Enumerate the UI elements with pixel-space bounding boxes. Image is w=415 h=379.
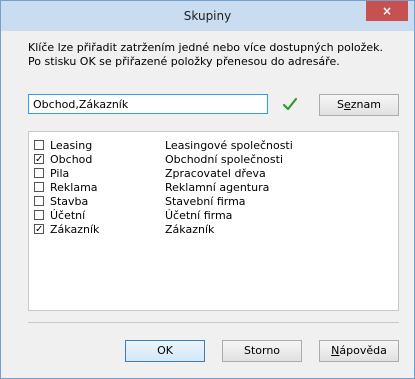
item-name: Zákazník (50, 223, 100, 236)
instructions-text: Klíče lze přiřadit zatržením jedné nebo … (28, 41, 408, 69)
item-name: Leasing (50, 139, 93, 152)
divider (28, 322, 399, 323)
list-item[interactable]: Leasing Leasingové společnosti (34, 139, 394, 152)
checkbox[interactable] (34, 182, 44, 192)
list-item[interactable]: Stavba Stavební firma (34, 195, 394, 208)
item-description: Reklamní agentura (165, 181, 270, 194)
item-description: Obchodní společnosti (165, 153, 284, 166)
item-description: Účetní firma (165, 209, 233, 222)
close-button[interactable]: × (366, 1, 408, 21)
seznam-label-accel: e (344, 98, 351, 111)
list-item[interactable]: Pila Zpracovatel dřeva (34, 167, 394, 180)
checkbox[interactable] (34, 140, 44, 150)
list-item[interactable]: Reklama Reklamní agentura (34, 181, 394, 194)
groups-list[interactable]: Leasing Leasingové společnosti ✓ Obchod … (28, 131, 399, 311)
list-item[interactable]: Účetní Účetní firma (34, 209, 394, 222)
checkbox[interactable]: ✓ (34, 154, 44, 165)
seznam-label-end: znam (350, 98, 381, 111)
item-name: Účetní (50, 209, 86, 222)
item-name: Reklama (50, 181, 98, 194)
dialog-window: Skupiny × Klíče lze přiřadit zatržením j… (0, 0, 415, 379)
list-item[interactable]: ✓ Obchod Obchodní společnosti (34, 153, 394, 166)
storno-button[interactable]: Storno (222, 340, 302, 362)
seznam-button[interactable]: Seznam (319, 94, 399, 116)
item-description: Zákazník (165, 223, 215, 236)
item-name: Stavba (50, 195, 89, 208)
title-bar[interactable]: Skupiny × (1, 1, 414, 31)
groups-input[interactable]: Obchod,Zákazník (28, 94, 268, 114)
checkbox[interactable]: ✓ (34, 224, 44, 235)
item-description: Leasingové společnosti (165, 139, 293, 152)
item-name: Pila (50, 167, 70, 180)
napoveda-button[interactable]: Nápověda (319, 340, 399, 362)
checkbox[interactable] (34, 168, 44, 178)
seznam-label-start: S (337, 98, 344, 111)
checkbox[interactable] (34, 196, 44, 206)
item-description: Stavební firma (165, 195, 246, 208)
item-name: Obchod (50, 153, 93, 166)
ok-button[interactable]: OK (125, 340, 205, 362)
checkbox[interactable] (34, 210, 44, 220)
list-item[interactable]: ✓ Zákazník Zákazník (34, 223, 394, 236)
item-description: Zpracovatel dřeva (165, 167, 266, 180)
instructions-line-1: Klíče lze přiřadit zatržením jedné nebo … (28, 41, 384, 54)
napoveda-label-end: ápověda (339, 344, 387, 357)
instructions-line-2: Po stisku OK se přiřazené položky přenes… (28, 55, 340, 68)
window-title: Skupiny (183, 9, 232, 23)
valid-check-icon (282, 97, 298, 111)
